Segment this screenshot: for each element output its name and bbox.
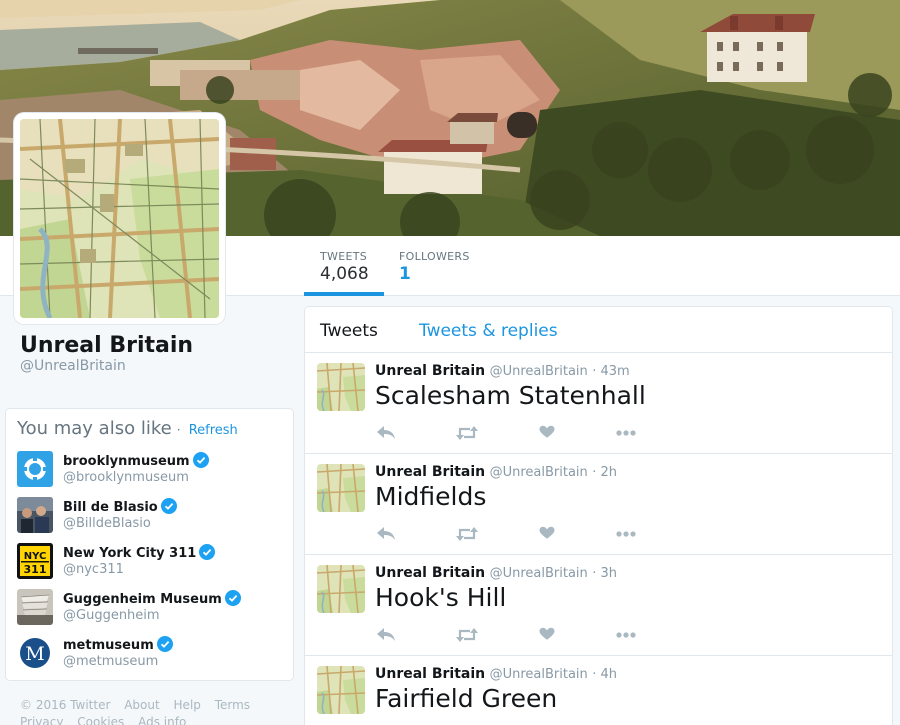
tweet[interactable]: Unreal Britain @UnrealBritain · 4h Fairf… [305, 656, 892, 725]
nyc311-avatar: NYC 311 [17, 543, 53, 579]
brooklynmuseum-avatar [17, 451, 53, 487]
followers-stat-value: 1 [399, 264, 411, 284]
followers-stat-label: FOLLOWERS [399, 250, 470, 263]
bill-de-blasio-avatar [17, 497, 53, 533]
footer-ads-link[interactable]: Ads info [138, 715, 186, 725]
tweet-time[interactable]: · 43m [592, 364, 629, 379]
tweet-avatar[interactable] [317, 363, 365, 411]
you-may-also-like-module: You may also like · Refresh brooklynmuse… [5, 408, 294, 681]
footer-privacy-link[interactable]: Privacy [20, 715, 63, 725]
separator-dot: · [176, 423, 181, 437]
verified-icon [160, 498, 177, 514]
tweet-avatar[interactable] [317, 666, 365, 714]
verified-icon [192, 452, 209, 468]
tweet-actions [375, 525, 675, 543]
tweet-handle[interactable]: @UnrealBritain [490, 364, 588, 379]
guggenheim-avatar [17, 589, 53, 625]
tweet-text: Fairfield Green [375, 684, 558, 713]
retweet-icon[interactable] [455, 424, 479, 442]
tweet-author[interactable]: Unreal Britain [375, 363, 485, 379]
suggestion-handle: @metmuseum [63, 654, 159, 669]
footer-about-link[interactable]: About [124, 698, 159, 712]
tweet-text: Hook's Hill [375, 583, 507, 612]
suggestion-brooklynmuseum[interactable]: brooklynmuseum @brooklynmuseum [17, 451, 287, 491]
tweet-handle[interactable]: @UnrealBritain [490, 566, 588, 581]
verified-icon [199, 544, 216, 560]
tweet-time[interactable]: · 3h [592, 566, 617, 581]
retweet-icon[interactable] [455, 626, 479, 644]
profile-handle[interactable]: @UnrealBritain [20, 358, 126, 374]
nyc311-icon-text-top: NYC [24, 551, 47, 562]
tab-tweets-and-replies[interactable]: Tweets & replies [419, 321, 558, 341]
tweet-text: Midfields [375, 482, 487, 511]
suggestion-name: brooklynmuseum [63, 454, 190, 469]
more-options-icon[interactable] [615, 626, 639, 644]
followers-stat[interactable]: FOLLOWERS 1 [383, 236, 483, 296]
map-avatar-image [20, 119, 219, 318]
refresh-link[interactable]: Refresh [189, 423, 238, 438]
tweet-handle[interactable]: @UnrealBritain [490, 465, 588, 480]
metmuseum-avatar: M [17, 635, 53, 671]
reply-icon[interactable] [375, 424, 399, 442]
suggestion-metmuseum[interactable]: M metmuseum @metmuseum [17, 635, 287, 675]
heart-icon[interactable] [535, 525, 559, 543]
suggestion-bill-de-blasio[interactable]: Bill de Blasio @BilldeBlasio [17, 497, 287, 537]
tweet-handle[interactable]: @UnrealBritain [490, 667, 588, 682]
suggestion-name: New York City 311 [63, 546, 197, 561]
profile-avatar[interactable] [14, 113, 225, 324]
reply-icon[interactable] [375, 626, 399, 644]
more-options-icon[interactable] [615, 525, 639, 543]
tweet-text: Scalesham Statenhall [375, 381, 646, 410]
tweet-actions [375, 424, 675, 442]
profile-timeline: Tweets Tweets & replies Unreal Britain @… [304, 306, 893, 725]
timeline-tabs: Tweets Tweets & replies [305, 307, 892, 353]
nyc311-icon-text-bottom: 311 [24, 563, 47, 576]
met-icon-letter: M [25, 643, 44, 665]
suggestion-name: Bill de Blasio [63, 500, 158, 515]
footer-copyright: © 2016 Twitter [20, 698, 111, 712]
footer-terms-link[interactable]: Terms [215, 698, 250, 712]
tweet[interactable]: Unreal Britain @UnrealBritain · 43m Scal… [305, 353, 892, 454]
tweets-stat-label: TWEETS [320, 250, 367, 263]
footer-help-link[interactable]: Help [174, 698, 201, 712]
reply-icon[interactable] [375, 525, 399, 543]
footer-cookies-link[interactable]: Cookies [77, 715, 124, 725]
suggestion-nyc311[interactable]: NYC 311 New York City 311 @nyc311 [17, 543, 287, 583]
tweet-actions [375, 626, 675, 644]
tweet-avatar[interactable] [317, 565, 365, 613]
suggestion-handle: @BilldeBlasio [63, 516, 151, 531]
tweet-author[interactable]: Unreal Britain [375, 565, 485, 581]
tweets-stat[interactable]: TWEETS 4,068 [304, 236, 384, 296]
tweet-time[interactable]: · 4h [592, 667, 617, 682]
tweet[interactable]: Unreal Britain @UnrealBritain · 3h Hook'… [305, 555, 892, 656]
tweet-author[interactable]: Unreal Britain [375, 464, 485, 480]
tweet[interactable]: Unreal Britain @UnrealBritain · 2h Midfi… [305, 454, 892, 555]
suggestion-handle: @Guggenheim [63, 608, 160, 623]
suggestion-name: Guggenheim Museum [63, 592, 222, 607]
tab-tweets[interactable]: Tweets [320, 321, 378, 341]
suggestion-handle: @nyc311 [63, 562, 124, 577]
suggestion-handle: @brooklynmuseum [63, 470, 189, 485]
site-footer: © 2016 Twitter About Help Terms Privacy … [20, 697, 290, 725]
module-title: You may also like [17, 418, 172, 439]
tweet-time[interactable]: · 2h [592, 465, 617, 480]
tweet-author[interactable]: Unreal Britain [375, 666, 485, 682]
heart-icon[interactable] [535, 424, 559, 442]
verified-icon [156, 636, 173, 652]
tweets-stat-value: 4,068 [320, 264, 369, 284]
suggestion-guggenheim[interactable]: Guggenheim Museum @Guggenheim [17, 589, 287, 629]
heart-icon[interactable] [535, 626, 559, 644]
verified-icon [224, 590, 241, 606]
tweet-avatar[interactable] [317, 464, 365, 512]
suggestion-name: metmuseum [63, 638, 154, 653]
retweet-icon[interactable] [455, 525, 479, 543]
profile-name: Unreal Britain [20, 333, 194, 358]
more-options-icon[interactable] [615, 424, 639, 442]
